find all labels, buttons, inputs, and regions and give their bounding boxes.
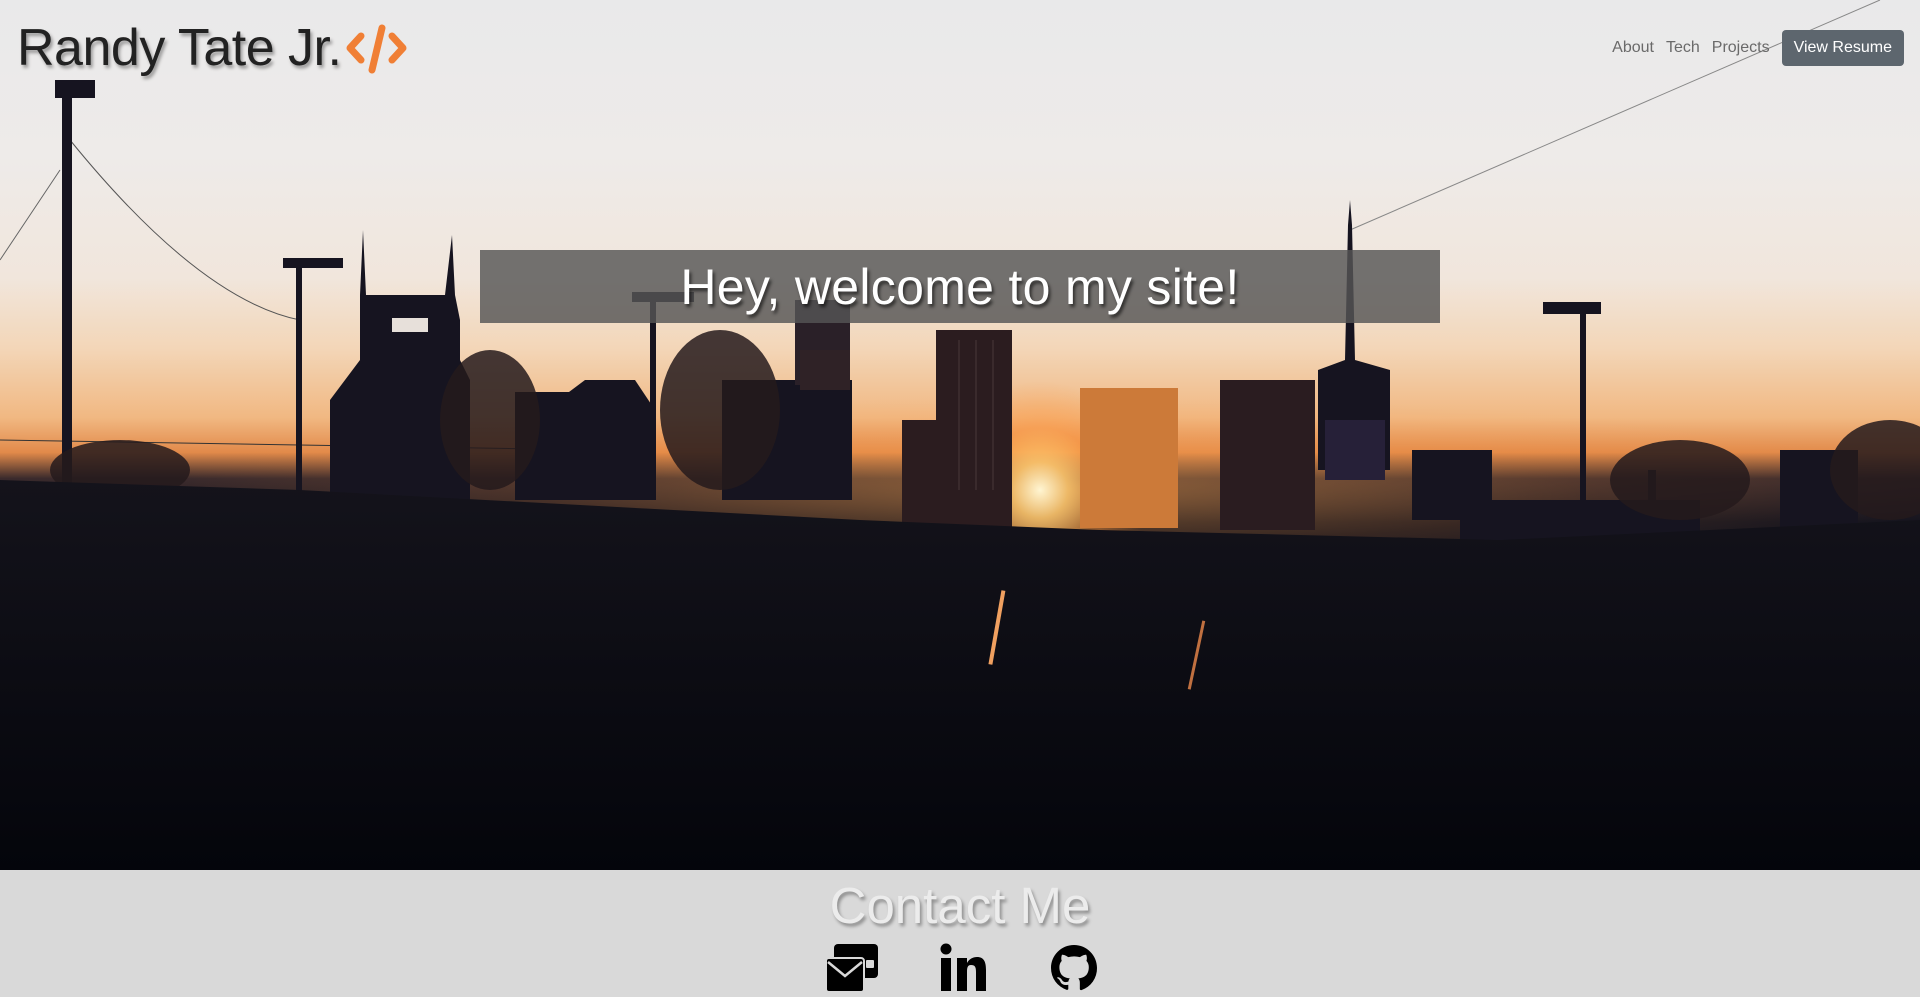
- nav-projects-link[interactable]: Projects: [1712, 39, 1770, 57]
- skyline-silhouette: [0, 0, 1920, 870]
- email-icon[interactable]: [824, 940, 880, 996]
- code-icon: [345, 22, 409, 74]
- welcome-heading: Hey, welcome to my site!: [680, 258, 1240, 315]
- brand-logo[interactable]: Randy Tate Jr.: [17, 18, 409, 78]
- nav-tech-link[interactable]: Tech: [1666, 39, 1700, 57]
- hero-background: [0, 0, 1920, 870]
- linkedin-icon[interactable]: [935, 940, 991, 996]
- welcome-banner: Hey, welcome to my site!: [480, 250, 1440, 323]
- contact-section: Contact Me: [0, 870, 1920, 997]
- main-nav: About Tech Projects View Resume: [1612, 30, 1904, 66]
- contact-title: Contact Me: [829, 877, 1091, 934]
- brand-name: Randy Tate Jr.: [17, 19, 342, 77]
- nav-about-link[interactable]: About: [1612, 39, 1654, 57]
- view-resume-button[interactable]: View Resume: [1781, 30, 1904, 66]
- contact-links: [824, 940, 1102, 996]
- github-icon[interactable]: [1046, 940, 1102, 996]
